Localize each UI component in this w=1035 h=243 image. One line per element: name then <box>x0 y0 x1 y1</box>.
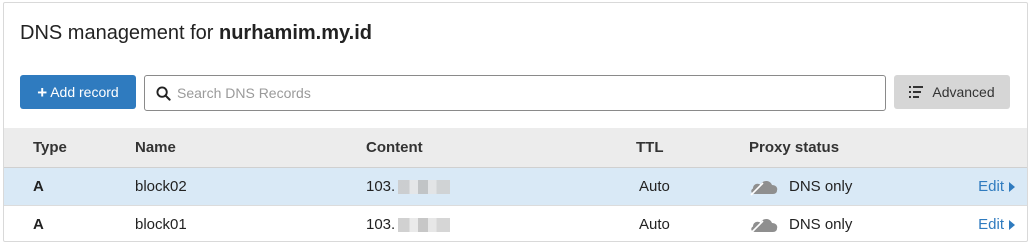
table-row[interactable]: A block02 103. Auto DNS only Edit <box>4 168 1027 206</box>
record-content: 103. <box>366 168 451 205</box>
record-ttl: Auto <box>639 216 670 233</box>
record-name: block01 <box>135 216 187 233</box>
add-record-button[interactable]: + Add record <box>20 75 136 109</box>
page-title: DNS management for nurhamim.my.id <box>20 22 372 45</box>
column-header-name[interactable]: Name <box>135 128 176 167</box>
edit-label: Edit <box>978 216 1004 233</box>
advanced-button[interactable]: Advanced <box>894 75 1010 109</box>
page-title-domain: nurhamim.my.id <box>218 22 372 44</box>
record-content-value: 103. <box>366 216 396 233</box>
page-title-prefix: DNS management for <box>20 22 214 44</box>
redacted-ip-block <box>398 179 451 194</box>
dns-records-table: Type Name Content TTL Proxy status A blo… <box>4 128 1027 241</box>
proxy-status-label: DNS only <box>789 216 853 233</box>
table-row[interactable]: A block01 103. Auto DNS only Edit <box>4 206 1027 241</box>
column-header-type[interactable]: Type <box>33 128 67 167</box>
record-name: block02 <box>135 178 187 195</box>
search-input[interactable] <box>177 85 857 101</box>
record-proxy-status: DNS only <box>749 168 852 205</box>
redacted-ip-block <box>398 217 451 232</box>
column-header-proxy-status: Proxy status <box>749 139 840 156</box>
add-record-label: Add record <box>50 84 119 100</box>
cloud-dns-only-icon <box>749 178 779 196</box>
search-icon <box>149 85 177 101</box>
caret-right-icon <box>1009 219 1015 230</box>
record-content: 103. <box>366 206 451 241</box>
column-header-ttl[interactable]: TTL <box>636 128 664 167</box>
plus-icon: + <box>37 82 48 102</box>
record-type: A <box>33 178 44 195</box>
proxy-status-label: DNS only <box>789 178 853 195</box>
table-header-row: Type Name Content TTL Proxy status <box>4 128 1027 168</box>
record-proxy-status: DNS only <box>749 206 853 241</box>
edit-label: Edit <box>978 178 1004 195</box>
edit-record-link[interactable]: Edit <box>978 168 1015 205</box>
record-content-value: 103. <box>366 178 396 195</box>
dns-management-panel: DNS management for nurhamim.my.id + Add … <box>3 2 1028 242</box>
advanced-label: Advanced <box>932 84 995 100</box>
toolbar: + Add record Search DNS Records Advanced <box>20 75 1012 111</box>
search-field[interactable] <box>144 75 886 111</box>
record-type: A <box>33 216 44 233</box>
column-header-content[interactable]: Content <box>366 128 423 167</box>
cloud-dns-only-icon <box>749 216 779 234</box>
edit-record-link[interactable]: Edit <box>978 206 1015 241</box>
caret-right-icon <box>1009 181 1015 192</box>
record-ttl: Auto <box>639 178 670 195</box>
filter-list-icon <box>909 86 924 98</box>
